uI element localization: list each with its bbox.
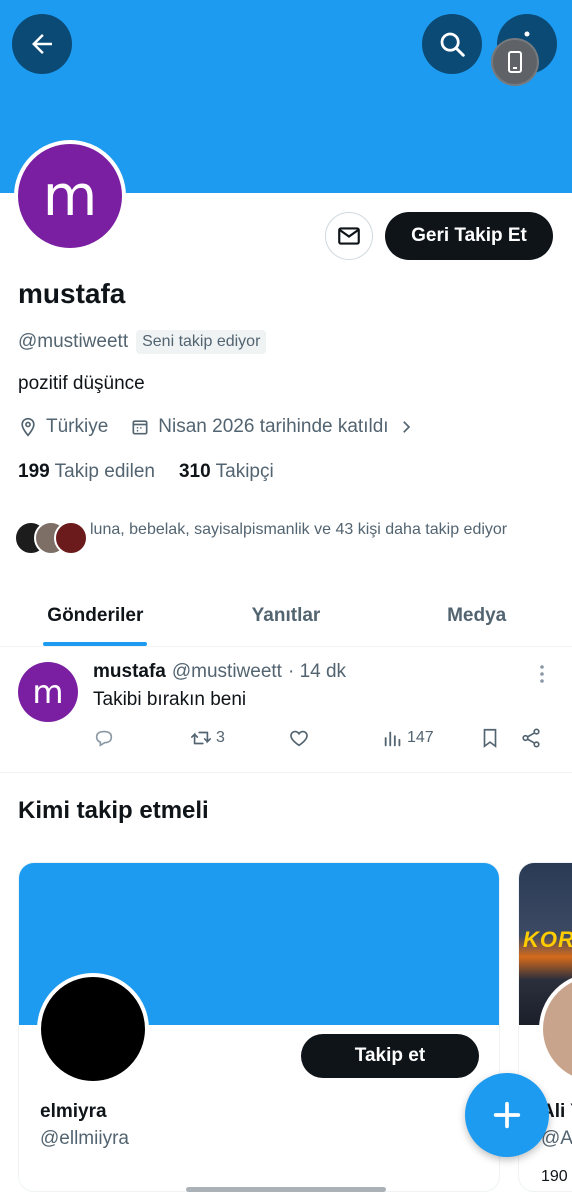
who-to-follow-title: Kimi takip etmeli — [18, 797, 209, 824]
share-icon — [522, 728, 540, 748]
follow-counts: 199 Takip edilen 310 Takipçi — [18, 461, 298, 483]
search-button[interactable] — [422, 14, 482, 74]
profile-handle: @mustiweett — [18, 331, 129, 352]
back-button[interactable] — [12, 14, 72, 74]
heart-icon — [290, 730, 308, 747]
follow-back-button[interactable]: Geri Takip Et — [385, 212, 553, 260]
reply-icon — [95, 730, 113, 747]
profile-name: mustafa — [18, 278, 126, 309]
tweet-more-button[interactable] — [534, 663, 550, 690]
retweet-count: 3 — [216, 729, 225, 746]
retweet-icon — [191, 731, 211, 745]
suggestion-card[interactable]: Takip et elmiyra @ellmiiyra — [18, 862, 500, 1192]
mail-icon — [338, 227, 360, 245]
views-button[interactable]: 147 — [382, 727, 434, 749]
profile-bio: pozitif düşünce — [18, 373, 145, 394]
avatar-letter: m — [42, 163, 98, 229]
tweet-header: mustafa @mustiweett · 14 dk — [93, 661, 346, 683]
phone-icon — [508, 51, 522, 73]
search-icon — [440, 32, 465, 57]
suggestion-name: elmiyra — [40, 1101, 107, 1122]
more-vertical-icon — [540, 665, 544, 683]
location-text: Türkiye — [46, 416, 109, 437]
followers-number: 310 — [178, 461, 211, 482]
joined-text: Nisan 2026 tarihinde katıldı — [158, 416, 389, 437]
like-button[interactable] — [288, 727, 310, 749]
tweet[interactable]: m mustafa @mustiweett · 14 dk Takibi bır… — [0, 647, 572, 773]
profile-meta: Türkiye Nisan 2026 tarihinde katıldı — [18, 416, 437, 438]
chevron-right-icon — [402, 421, 410, 433]
mutual-avatars — [14, 518, 90, 558]
banner-text: KOR — [523, 927, 572, 952]
following-label: Takip edilen — [54, 461, 155, 482]
analytics-icon — [384, 731, 401, 747]
bookmark-icon — [483, 728, 497, 748]
avatar[interactable] — [37, 973, 149, 1085]
compose-button[interactable] — [465, 1073, 549, 1157]
tweet-time: · 14 dk — [287, 661, 347, 682]
location: Türkiye — [18, 416, 108, 438]
avatar-letter: m — [32, 673, 64, 711]
plus-icon — [493, 1101, 521, 1129]
message-button[interactable] — [325, 212, 373, 260]
tab-replies[interactable]: Yanıtlar — [191, 585, 382, 646]
following-number: 199 — [18, 461, 50, 482]
bookmark-button[interactable] — [479, 727, 501, 749]
retweet-button[interactable]: 3 — [189, 727, 225, 749]
suggestion-count: 190 — [541, 1168, 568, 1185]
reply-button[interactable] — [93, 727, 115, 749]
location-pin-icon — [21, 417, 35, 437]
followed-by[interactable]: luna, bebelak, sayisalpismanlik ve 43 ki… — [14, 518, 520, 558]
followers-label: Takipçi — [215, 461, 274, 482]
profile-tabs: Gönderiler Yanıtlar Medya — [0, 585, 572, 647]
tweet-author-name: mustafa — [93, 661, 166, 682]
tweet-text: Takibi bırakın beni — [93, 689, 247, 710]
joined-date[interactable]: Nisan 2026 tarihinde katıldı — [130, 416, 414, 438]
device-overlay-chip[interactable] — [491, 38, 539, 86]
profile-avatar[interactable]: m — [14, 140, 126, 252]
tweet-author-handle: @mustiweett — [171, 661, 282, 682]
tweet-actions: 3 147 — [93, 727, 553, 755]
avatar — [54, 521, 88, 555]
tab-posts[interactable]: Gönderiler — [0, 585, 191, 646]
home-indicator[interactable] — [186, 1187, 386, 1192]
followers-count[interactable]: 310 Takipçi — [179, 461, 274, 483]
views-count: 147 — [407, 729, 434, 746]
follows-you-badge: Seni takip ediyor — [136, 330, 267, 354]
calendar-icon — [132, 420, 148, 435]
following-count[interactable]: 199 Takip edilen — [18, 461, 155, 483]
share-button[interactable] — [520, 727, 542, 749]
handle-row: @mustiweett Seni takip ediyor — [18, 330, 267, 354]
follow-button[interactable]: Takip et — [301, 1034, 479, 1078]
arrow-left-icon — [32, 34, 52, 54]
avatar[interactable]: m — [18, 662, 78, 722]
followed-by-text: luna, bebelak, sayisalpismanlik ve 43 ki… — [90, 521, 508, 538]
tab-media[interactable]: Medya — [381, 585, 572, 646]
suggestion-handle: @ellmiiyra — [40, 1128, 129, 1149]
